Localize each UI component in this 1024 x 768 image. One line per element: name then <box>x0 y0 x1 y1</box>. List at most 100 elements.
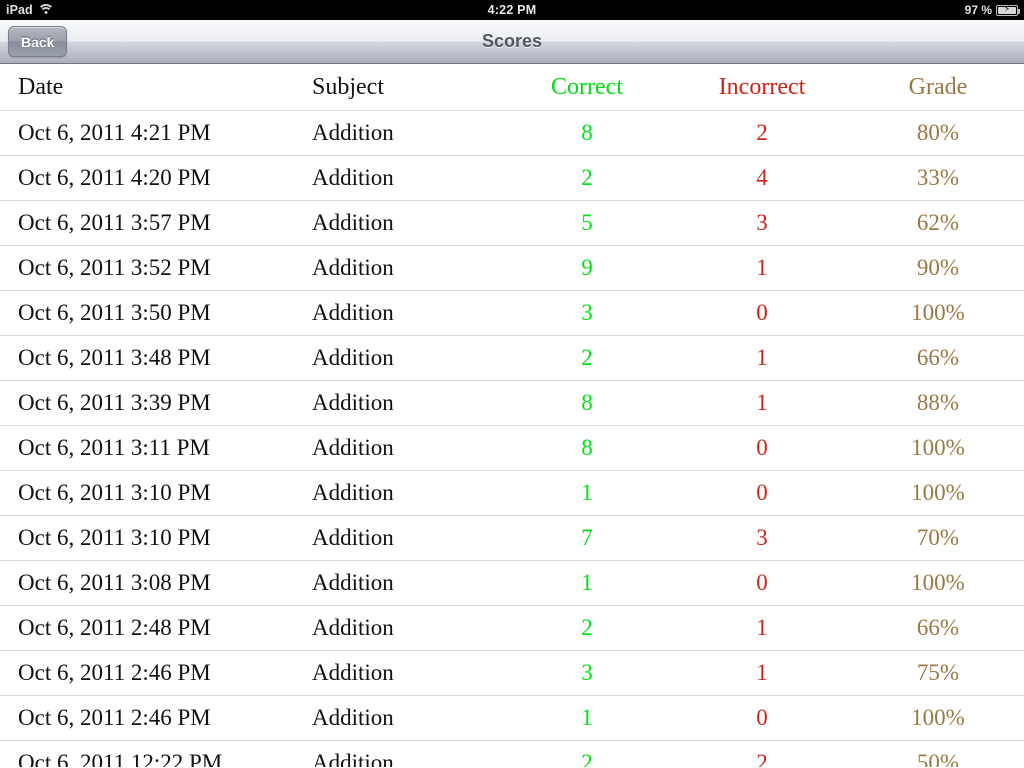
cell-subject: Addition <box>312 155 502 201</box>
table-row[interactable]: Oct 6, 2011 3:10 PM Addition 1 0 100% <box>0 470 1024 516</box>
cell-date: Oct 6, 2011 4:21 PM <box>0 110 312 156</box>
cell-date: Oct 6, 2011 3:39 PM <box>0 380 312 426</box>
table-row[interactable]: Oct 6, 2011 4:20 PM Addition 2 4 33% <box>0 155 1024 201</box>
table-row[interactable]: Oct 6, 2011 2:46 PM Addition 3 1 75% <box>0 650 1024 696</box>
cell-incorrect: 1 <box>672 605 852 651</box>
carrier-label: iPad <box>6 3 33 17</box>
wifi-icon <box>37 4 55 16</box>
cell-correct: 1 <box>502 695 672 741</box>
cell-incorrect: 1 <box>672 650 852 696</box>
cell-grade: 100% <box>852 560 1024 606</box>
scores-screen: iPad 4:22 PM 97 % ⚡ Back Scores Date Sub… <box>0 0 1024 768</box>
table-row[interactable]: Oct 6, 2011 2:46 PM Addition 1 0 100% <box>0 695 1024 741</box>
cell-grade: 66% <box>852 605 1024 651</box>
cell-subject: Addition <box>312 335 502 381</box>
cell-date: Oct 6, 2011 3:11 PM <box>0 425 312 471</box>
cell-incorrect: 1 <box>672 380 852 426</box>
cell-grade: 88% <box>852 380 1024 426</box>
table-row[interactable]: Oct 6, 2011 4:21 PM Addition 8 2 80% <box>0 110 1024 156</box>
cell-subject: Addition <box>312 695 502 741</box>
table-row[interactable]: Oct 6, 2011 3:50 PM Addition 3 0 100% <box>0 290 1024 336</box>
cell-date: Oct 6, 2011 3:48 PM <box>0 335 312 381</box>
cell-grade: 62% <box>852 200 1024 246</box>
status-bar-clock: 4:22 PM <box>487 3 537 17</box>
cell-incorrect: 3 <box>672 200 852 246</box>
table-header: Date Subject Correct Incorrect Grade <box>0 64 1024 111</box>
cell-correct: 8 <box>502 110 672 156</box>
cell-correct: 1 <box>502 470 672 516</box>
cell-subject: Addition <box>312 605 502 651</box>
status-bar-left: iPad <box>6 3 55 17</box>
column-header-subject[interactable]: Subject <box>312 64 502 111</box>
table-row[interactable]: Oct 6, 2011 3:08 PM Addition 1 0 100% <box>0 560 1024 606</box>
cell-correct: 1 <box>502 560 672 606</box>
cell-incorrect: 4 <box>672 155 852 201</box>
cell-subject: Addition <box>312 245 502 291</box>
cell-incorrect: 0 <box>672 425 852 471</box>
cell-grade: 50% <box>852 740 1024 767</box>
cell-grade: 100% <box>852 695 1024 741</box>
scores-table: Date Subject Correct Incorrect Grade Oct… <box>0 64 1024 767</box>
table-row[interactable]: Oct 6, 2011 3:57 PM Addition 5 3 62% <box>0 200 1024 246</box>
cell-grade: 66% <box>852 335 1024 381</box>
page-title: Scores <box>481 31 543 51</box>
table-row[interactable]: Oct 6, 2011 3:52 PM Addition 9 1 90% <box>0 245 1024 291</box>
cell-date: Oct 6, 2011 3:52 PM <box>0 245 312 291</box>
cell-correct: 2 <box>502 740 672 767</box>
cell-incorrect: 0 <box>672 560 852 606</box>
table-row[interactable]: Oct 6, 2011 3:39 PM Addition 8 1 88% <box>0 380 1024 426</box>
cell-correct: 2 <box>502 335 672 381</box>
table-row[interactable]: Oct 6, 2011 12:22 PM Addition 2 2 50% <box>0 740 1024 767</box>
scores-table-container[interactable]: Date Subject Correct Incorrect Grade Oct… <box>0 64 1024 767</box>
cell-date: Oct 6, 2011 3:10 PM <box>0 515 312 561</box>
cell-correct: 5 <box>502 200 672 246</box>
cell-correct: 3 <box>502 290 672 336</box>
cell-subject: Addition <box>312 560 502 606</box>
cell-incorrect: 2 <box>672 740 852 767</box>
cell-date: Oct 6, 2011 12:22 PM <box>0 740 312 767</box>
cell-correct: 3 <box>502 650 672 696</box>
battery-percent-label: 97 % <box>964 3 992 17</box>
cell-correct: 9 <box>502 245 672 291</box>
cell-incorrect: 0 <box>672 290 852 336</box>
table-body: Oct 6, 2011 4:21 PM Addition 8 2 80% Oct 6, 2… <box>0 110 1024 767</box>
cell-incorrect: 3 <box>672 515 852 561</box>
cell-grade: 100% <box>852 425 1024 471</box>
cell-date: Oct 6, 2011 2:46 PM <box>0 650 312 696</box>
column-header-incorrect[interactable]: Incorrect <box>672 64 852 111</box>
cell-incorrect: 1 <box>672 335 852 381</box>
cell-date: Oct 6, 2011 4:20 PM <box>0 155 312 201</box>
cell-subject: Addition <box>312 290 502 336</box>
cell-incorrect: 2 <box>672 110 852 156</box>
cell-grade: 75% <box>852 650 1024 696</box>
cell-incorrect: 0 <box>672 470 852 516</box>
column-header-date[interactable]: Date <box>0 64 312 111</box>
cell-correct: 7 <box>502 515 672 561</box>
cell-subject: Addition <box>312 515 502 561</box>
table-row[interactable]: Oct 6, 2011 3:10 PM Addition 7 3 70% <box>0 515 1024 561</box>
cell-date: Oct 6, 2011 2:48 PM <box>0 605 312 651</box>
table-row[interactable]: Oct 6, 2011 3:11 PM Addition 8 0 100% <box>0 425 1024 471</box>
cell-grade: 90% <box>852 245 1024 291</box>
back-button[interactable]: Back <box>8 26 68 57</box>
cell-correct: 8 <box>502 425 672 471</box>
cell-correct: 8 <box>502 380 672 426</box>
table-header-row: Date Subject Correct Incorrect Grade <box>0 64 1024 111</box>
table-row[interactable]: Oct 6, 2011 2:48 PM Addition 2 1 66% <box>0 605 1024 651</box>
cell-correct: 2 <box>502 605 672 651</box>
cell-grade: 100% <box>852 290 1024 336</box>
cell-grade: 100% <box>852 470 1024 516</box>
table-row[interactable]: Oct 6, 2011 3:48 PM Addition 2 1 66% <box>0 335 1024 381</box>
cell-grade: 80% <box>852 110 1024 156</box>
cell-incorrect: 0 <box>672 695 852 741</box>
cell-subject: Addition <box>312 470 502 516</box>
cell-date: Oct 6, 2011 3:10 PM <box>0 470 312 516</box>
cell-date: Oct 6, 2011 3:08 PM <box>0 560 312 606</box>
cell-subject: Addition <box>312 110 502 156</box>
column-header-correct[interactable]: Correct <box>502 64 672 111</box>
column-header-grade[interactable]: Grade <box>852 64 1024 111</box>
status-bar-right: 97 % ⚡ <box>964 3 1020 17</box>
navigation-bar: Back Scores <box>0 20 1024 64</box>
cell-correct: 2 <box>502 155 672 201</box>
cell-subject: Addition <box>312 380 502 426</box>
